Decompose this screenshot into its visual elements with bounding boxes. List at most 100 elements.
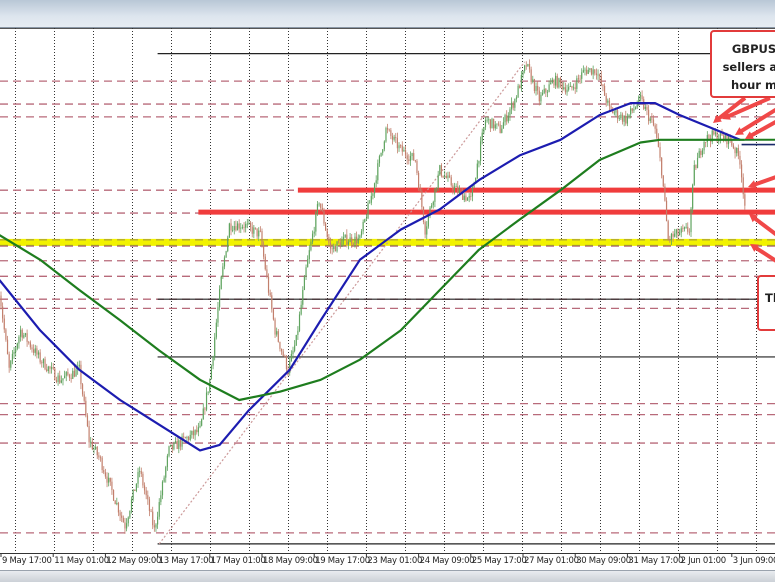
candle [114,500,116,505]
candle-body [103,470,105,473]
candle-body [667,221,669,240]
candle-body [246,223,248,225]
candle-body [515,97,518,100]
candle-body [634,107,637,110]
candle-body [631,108,633,111]
candle-body [318,203,320,205]
candle-body [218,289,221,308]
candle-body [713,130,715,135]
x-tick-label: 3 Jun 09:00 [732,556,775,566]
candle-body [28,341,30,343]
candle-body [52,367,54,369]
candle-body [72,370,74,379]
candle-body [587,69,589,74]
candle-body [662,175,664,187]
candle-body [73,370,76,377]
candle-body [277,331,279,342]
candle-body [413,153,415,161]
x-tick-label: 30 May 09:00 [576,556,631,566]
candle-body [564,87,567,93]
candle-body [411,153,413,157]
candle-body [506,115,508,122]
candle-body [99,457,102,459]
candle-body [333,245,335,250]
candle-body [419,188,421,192]
candle-body [641,95,643,100]
candle-body [150,510,152,512]
annotation-line: Th [765,291,775,305]
x-tick-label: 24 May 09:00 [419,556,475,566]
candle-body [683,227,686,229]
annotation-line: GBPUS [731,42,775,56]
candle-body [23,335,25,338]
candle [54,367,56,381]
candle-body [122,517,124,523]
candle-body [272,309,275,320]
candle-body [236,223,239,231]
candle-body [705,141,707,143]
candle-body [121,515,123,518]
candle-body [356,236,358,244]
candle-body [519,85,521,89]
candle-body [243,226,245,228]
candle-body [654,125,656,129]
candle-body [266,269,268,277]
candle-body [253,227,255,234]
candle-body [714,132,717,135]
candle-body [414,160,416,162]
candle-body [170,444,172,447]
candle [422,206,425,225]
candle-body [602,84,604,86]
candle-body [610,106,612,109]
candle-body [132,489,134,500]
candle-body [3,318,5,330]
candle-body [509,109,511,116]
candle-body [512,102,514,108]
candle-body [62,378,64,381]
candle-body [625,115,627,124]
candle-body [701,150,704,155]
candle-body [127,517,129,524]
candle [272,308,275,321]
candle-body [572,87,575,89]
candle-body [391,135,394,140]
candle-body [404,149,407,156]
candle-body [263,245,265,257]
candle-body [315,212,317,232]
candle-body [497,123,500,125]
candle-body [623,115,625,122]
x-tick-label: 11 May 01:00 [54,556,109,566]
candle-body [685,226,687,228]
candle-body [437,174,439,188]
candle-body [665,200,668,222]
candle-body [659,147,661,158]
candle-body [227,237,229,252]
candle [303,274,306,291]
candle-body [55,380,58,382]
candle-body [445,175,447,178]
candle-body [292,350,294,354]
candle-body [649,118,651,122]
candle-body [540,94,542,102]
candle-body [101,457,103,471]
candle-body [93,448,95,450]
candle-body [338,241,340,243]
annotation-line: sellers ag [722,60,775,74]
candle-body [608,100,611,107]
candle-body [135,483,137,491]
candle-body [656,128,658,138]
candle-body [341,240,343,247]
candle-body [393,137,395,140]
candle-body [670,233,673,240]
candle-body [615,110,617,113]
candle-body [16,343,18,349]
candle-body [740,164,743,178]
candle [418,170,420,191]
candle-body [592,69,594,75]
candle-body [476,163,478,178]
candle-body [510,102,513,110]
candle-body [695,165,697,169]
annotation-box-main: GBPUS sellers ag hour m [710,30,775,98]
candle-body [307,259,309,268]
candle-body [620,114,622,119]
